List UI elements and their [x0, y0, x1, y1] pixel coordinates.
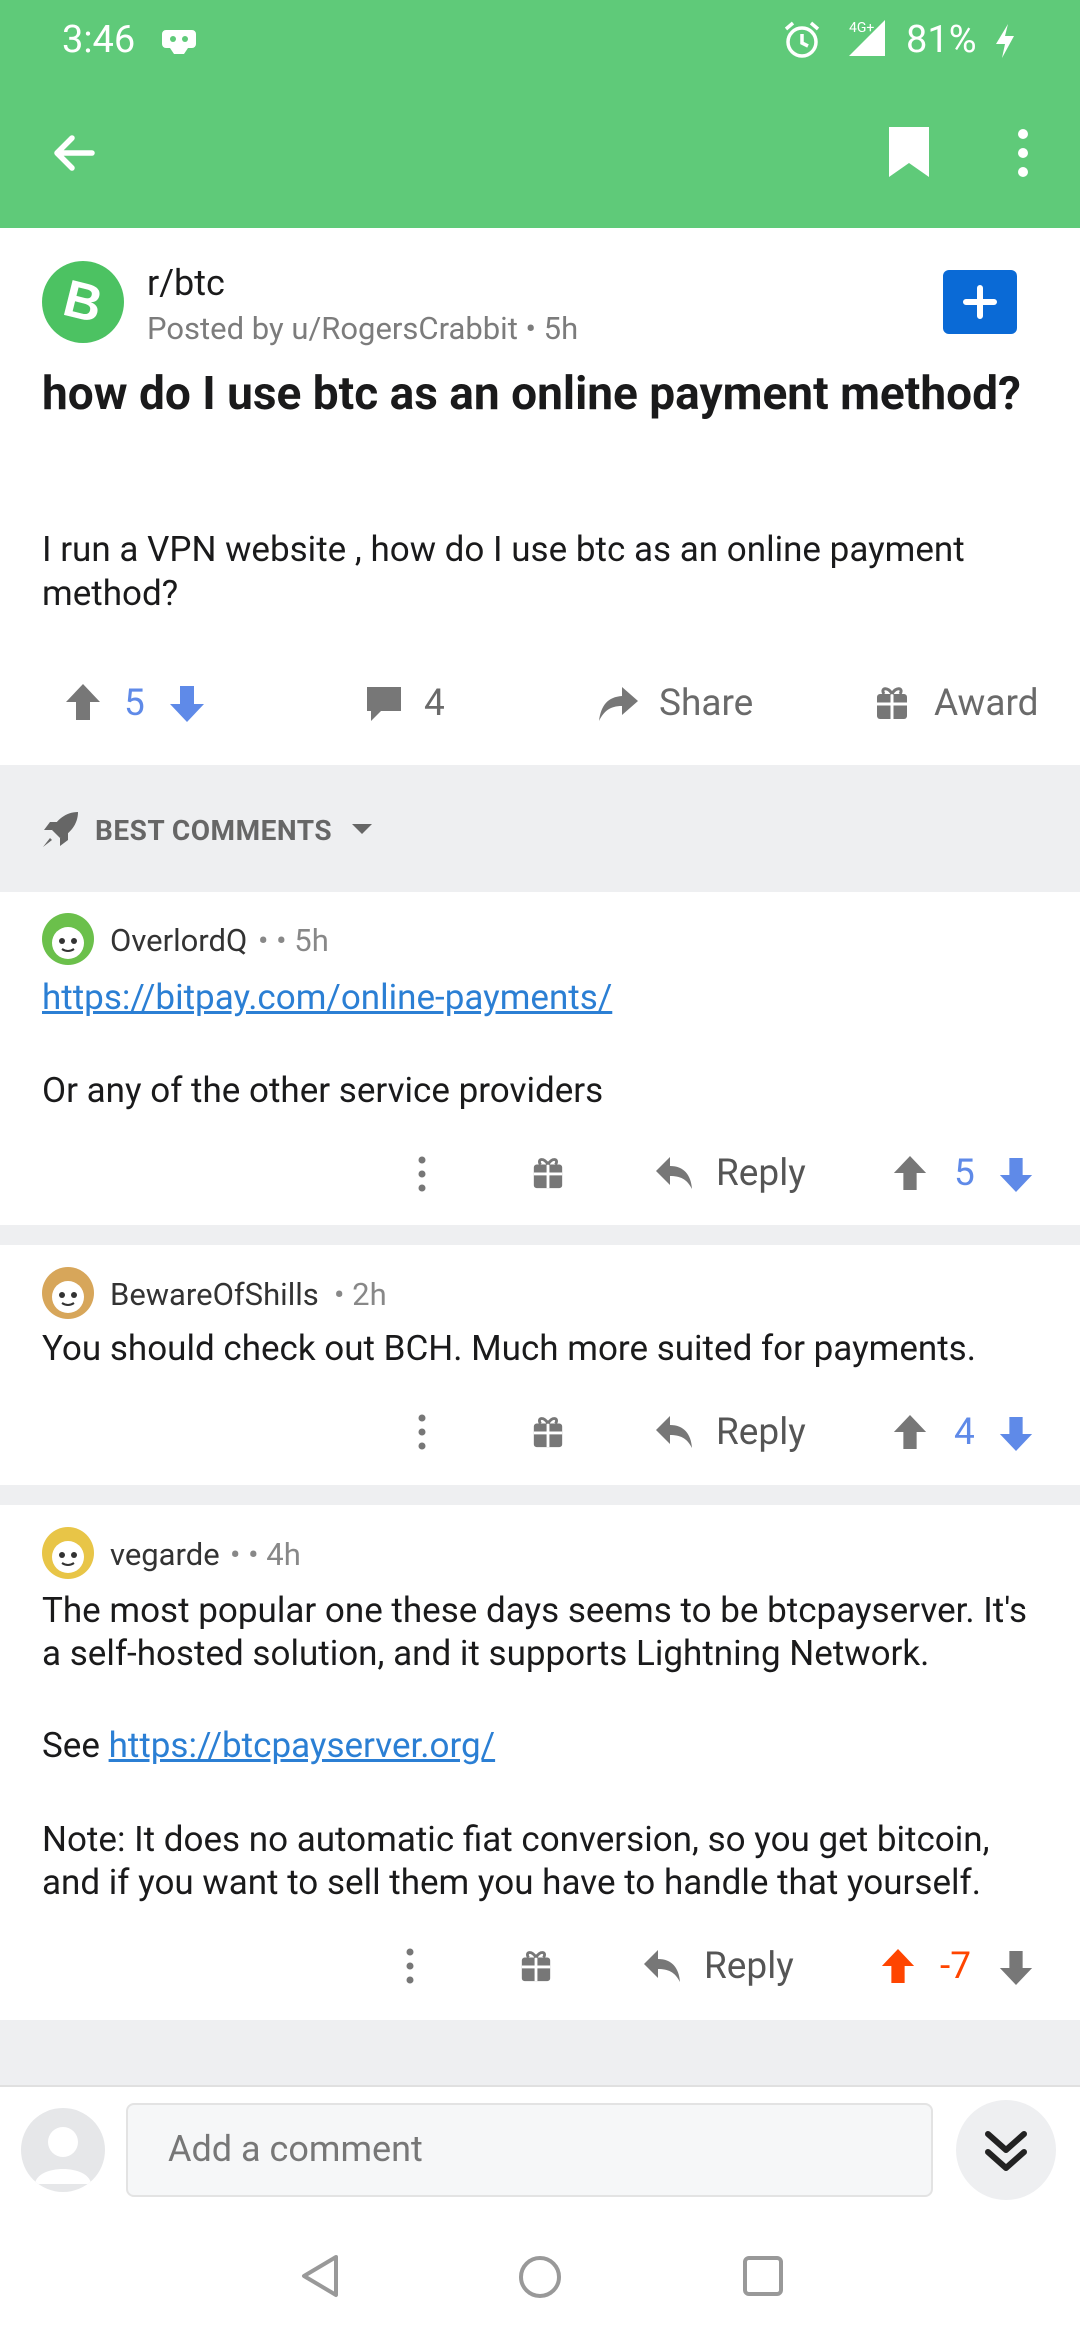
charging-bolt-icon: [996, 24, 1014, 58]
back-arrow-icon[interactable]: [48, 128, 98, 178]
comment-avatar[interactable]: [42, 913, 94, 965]
user-avatar-icon: [35, 2127, 91, 2184]
subreddit-name[interactable]: r/btc: [147, 262, 225, 304]
downvote-icon[interactable]: [998, 1415, 1034, 1453]
comment-score: -7: [940, 1945, 972, 1988]
post-author-meta[interactable]: Posted by u/RogersCrabbit • 5h: [147, 310, 578, 347]
upvote-icon[interactable]: [892, 1413, 928, 1451]
snoo-avatar-icon: [52, 927, 84, 959]
comment-score: 4: [954, 1411, 975, 1454]
comment-link[interactable]: https://btcpayserver.org/: [109, 1725, 496, 1766]
comment-username[interactable]: vegarde: [110, 1536, 220, 1573]
comment-body: Or any of the other service providers: [42, 1070, 604, 1111]
comment-more-icon[interactable]: [412, 1154, 432, 1194]
join-subreddit-button[interactable]: [943, 270, 1017, 334]
app-header: 3:46 4G+ 81%: [0, 0, 1080, 228]
comment-body: The most popular one these days seems to…: [42, 1590, 1028, 1674]
reply-button-label[interactable]: Reply: [704, 1945, 794, 1988]
subreddit-avatar[interactable]: B: [42, 261, 124, 343]
award-gift-icon[interactable]: [531, 1155, 565, 1191]
reply-icon[interactable]: [654, 1155, 694, 1191]
comment-body-note: Note: It does no automatic fiat conversi…: [42, 1819, 990, 1903]
snoo-avatar-icon: [52, 1541, 84, 1573]
comment-icon[interactable]: [364, 684, 404, 724]
upvote-icon[interactable]: [64, 682, 102, 722]
svg-text:B: B: [58, 269, 108, 334]
comment-more-icon[interactable]: [412, 1412, 432, 1452]
comment-meta: • 2h: [334, 1276, 387, 1313]
comment-divider: [0, 1485, 1080, 1505]
reply-icon[interactable]: [654, 1414, 694, 1450]
award-gift-icon[interactable]: [874, 684, 910, 722]
double-chevron-down-icon: [985, 2131, 1027, 2171]
share-icon[interactable]: [596, 683, 640, 725]
reply-icon[interactable]: [642, 1948, 682, 1984]
nav-back-icon[interactable]: [298, 2253, 342, 2299]
reply-button-label[interactable]: Reply: [716, 1152, 806, 1195]
battery-percent: 81%: [906, 18, 977, 62]
plus-icon: [963, 285, 997, 319]
signal-icon: [849, 20, 885, 56]
nav-home-icon[interactable]: [517, 2254, 563, 2300]
sort-label[interactable]: BEST COMMENTS: [95, 814, 332, 847]
user-avatar[interactable]: [21, 2108, 105, 2192]
downvote-icon[interactable]: [998, 1156, 1034, 1194]
snoo-avatar-icon: [52, 1281, 84, 1313]
downvote-icon[interactable]: [168, 684, 206, 724]
comment-avatar[interactable]: [42, 1267, 94, 1319]
comment-score: 5: [954, 1152, 975, 1195]
more-vert-icon[interactable]: [1012, 128, 1034, 178]
comment-see-line: See https://btcpayserver.org/: [42, 1725, 496, 1766]
downvote-icon[interactable]: [998, 1949, 1034, 1987]
comment-body: You should check out BCH. Much more suit…: [42, 1328, 976, 1369]
collapse-comments-button[interactable]: [956, 2100, 1056, 2200]
nav-recents-icon[interactable]: [742, 2255, 784, 2297]
post-body: I run a VPN website , how do I use btc a…: [42, 529, 965, 614]
rocket-icon: [43, 812, 78, 847]
upvote-icon[interactable]: [892, 1154, 928, 1192]
add-comment-placeholder: Add a comment: [168, 2128, 423, 2170]
comment-link[interactable]: https://bitpay.com/online-payments/: [42, 976, 1062, 1019]
comments-end-spacer: [0, 2020, 1080, 2085]
reply-button-label[interactable]: Reply: [716, 1411, 806, 1454]
comment-meta: • • 4h: [230, 1536, 301, 1573]
comment-more-icon[interactable]: [400, 1946, 420, 1986]
status-time: 3:46: [62, 18, 136, 62]
bookmark-icon[interactable]: [886, 124, 932, 180]
comment-avatar[interactable]: [42, 1527, 94, 1579]
comment-meta: • • 5h: [258, 922, 329, 959]
upvote-icon[interactable]: [880, 1947, 916, 1985]
award-gift-icon[interactable]: [531, 1414, 565, 1450]
post-comments-count[interactable]: 4: [424, 682, 445, 725]
share-button-label[interactable]: Share: [659, 682, 753, 725]
comment-username[interactable]: OverlordQ: [110, 922, 247, 959]
comment-divider: [0, 1225, 1080, 1245]
post-score: 5: [124, 682, 145, 725]
gamepad-icon: [162, 30, 196, 54]
chevron-down-icon[interactable]: [350, 822, 374, 836]
award-gift-icon[interactable]: [519, 1948, 553, 1984]
bitcoin-icon: B: [58, 269, 108, 334]
post-title: how do I use btc as an online payment me…: [42, 367, 1021, 421]
comment-username[interactable]: BewareOfShills: [110, 1276, 319, 1313]
alarm-icon: [784, 21, 820, 58]
award-button-label[interactable]: Award: [934, 682, 1039, 725]
